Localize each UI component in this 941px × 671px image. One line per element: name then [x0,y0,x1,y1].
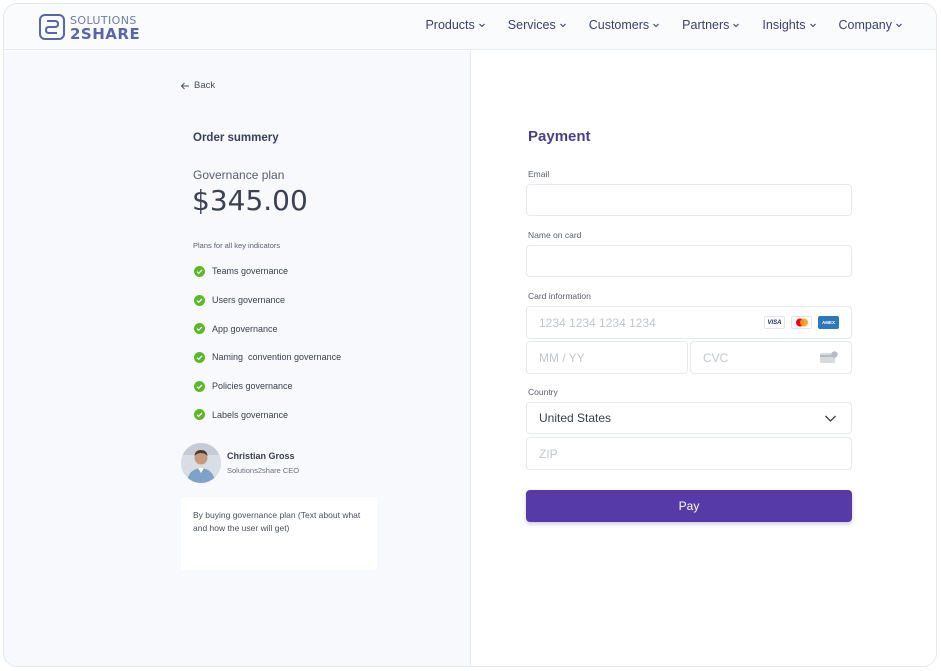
name-on-card-field[interactable] [526,245,852,277]
expiry-field[interactable]: MM / YY [526,341,688,374]
feature-item: Policies governance [194,372,341,401]
check-circle-icon [194,294,205,306]
feature-item: App governance [194,314,341,343]
mastercard-icon [791,316,812,329]
check-circle-icon [194,351,205,363]
country-value: United States [539,411,612,425]
person-role: Solutions2share CEO [227,466,300,475]
feature-label: Labels governance [212,409,289,420]
brand-wordmark: SOLUTIONS 2SHARE [70,14,141,43]
plan-price: $345.00 [192,184,308,217]
logo-icon [39,14,65,40]
arrow-left-icon [180,82,189,89]
order-summary-title: Order summery [193,132,279,144]
visa-label: VISA [767,319,782,326]
nav-label: Customers [588,18,650,32]
cvc-card-icon [820,351,838,363]
feature-item: Labels governance [194,400,341,429]
nav-label: Services [507,18,556,32]
order-summary-panel: Back Order summery Governance plan $345.… [4,51,471,666]
amex-label: AMEX [821,320,835,325]
nav-partners[interactable]: Partners [682,18,740,32]
avatar [181,443,221,483]
nav-label: Company [838,18,893,32]
nav-label: Partners [682,18,730,32]
feature-label: Naming convention governance [212,352,342,363]
testimonial-person: Christian Gross Solutions2share CEO [181,443,299,483]
email-label: Email [528,169,550,179]
card-number-placeholder: 1234 1234 1234 1234 [539,316,656,330]
name-on-card-label: Name on card [528,230,582,240]
feature-list: Teams governance Users governance App go… [194,257,341,429]
main-nav: Products Services Customers Partners Ins… [403,18,903,32]
person-info: Christian Gross Solutions2share CEO [227,451,299,475]
card-number-field[interactable]: 1234 1234 1234 1234 VISA AMEX [526,306,852,339]
plans-label: Plans for all key indicators [193,241,281,250]
visa-icon: VISA [764,316,785,329]
feature-label: Policies governance [212,381,293,392]
person-name: Christian Gross [227,451,295,461]
chevron-down-icon [825,415,836,422]
feature-label: App governance [212,323,278,334]
back-label: Back [194,80,216,91]
zip-placeholder: ZIP [539,447,558,461]
chevron-down-icon [896,23,902,28]
zip-field[interactable]: ZIP [526,437,852,470]
feature-item: Teams governance [194,257,341,286]
chevron-down-icon [733,23,740,28]
chevron-down-icon [809,23,816,28]
feature-label: Teams governance [212,266,289,277]
nav-label: Products [425,18,475,32]
nav-services[interactable]: Services [508,18,567,32]
nav-insights[interactable]: Insights [762,18,816,32]
mastercard-circles-icon [795,318,808,327]
chevron-down-icon [559,23,566,28]
nav-products[interactable]: Products [425,18,485,32]
country-label: Country [528,387,558,397]
payment-panel: Payment Email Name on card Card informat… [472,51,936,666]
expiry-placeholder: MM / YY [539,351,585,365]
top-header: SOLUTIONS 2SHARE Products Services Custo… [4,4,936,50]
pay-button[interactable]: Pay [526,490,852,522]
feature-label: Users governance [212,295,286,306]
feature-item: Users governance [194,286,341,315]
plan-name: Governance plan [193,168,285,182]
chevron-down-icon [653,23,660,28]
cvc-field[interactable]: CVC [690,341,852,374]
country-select[interactable]: United States [526,402,852,434]
check-circle-icon [194,380,205,392]
back-link[interactable]: Back [180,80,215,91]
card-brand-logos: VISA AMEX [764,316,839,329]
check-circle-icon [194,409,205,421]
brand-line2: 2SHARE [70,24,141,43]
amex-icon: AMEX [818,316,839,329]
check-circle-icon [194,323,205,335]
plan-note: By buying governance plan (Text about wh… [181,497,377,570]
cvc-placeholder: CVC [703,351,729,365]
email-field[interactable] [526,184,852,216]
card-information-label: Card information [528,291,591,301]
chevron-down-icon [478,23,485,28]
brand-logo[interactable]: SOLUTIONS 2SHARE [39,12,140,42]
app-frame: SOLUTIONS 2SHARE Products Services Custo… [3,3,937,667]
person-photo-icon [181,443,221,483]
check-circle-icon [194,265,205,277]
nav-customers[interactable]: Customers [589,18,660,32]
feature-item: Naming convention governance [194,343,341,372]
nav-label: Insights [762,18,806,32]
payment-title: Payment [528,128,591,145]
nav-company[interactable]: Company [839,18,904,32]
